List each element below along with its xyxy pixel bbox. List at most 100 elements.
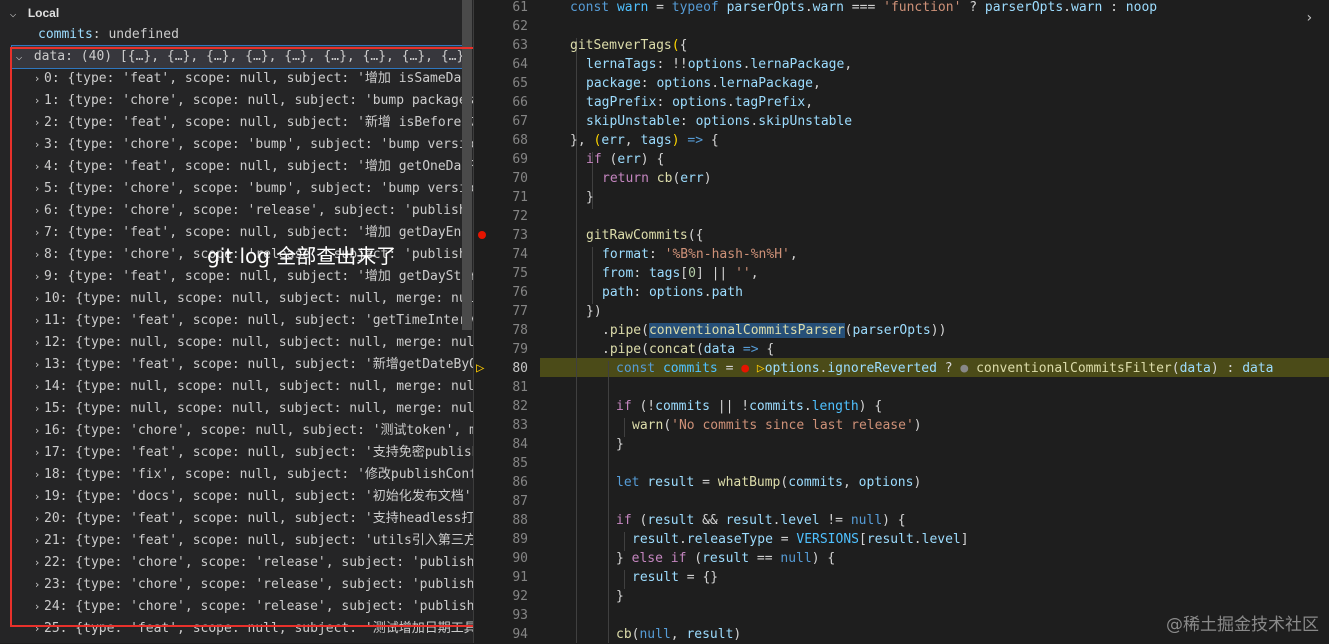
code-line-94: cb(null, result) bbox=[616, 627, 742, 642]
line-number: 70 bbox=[512, 171, 528, 186]
line-number: 72 bbox=[512, 209, 528, 224]
chevron-right-icon: › bbox=[33, 622, 41, 635]
list-item[interactable]: › 16: {type: 'chore', scope: null, subjec… bbox=[30, 420, 473, 442]
code-line-64: lernaTags: !!options.lernaPackage, bbox=[586, 57, 853, 72]
list-item[interactable]: › 19: {type: 'docs', scope: null, subject… bbox=[30, 486, 473, 508]
chevron-right-icon: › bbox=[33, 314, 41, 327]
line-number: 66 bbox=[512, 95, 528, 110]
chevron-right-icon: › bbox=[33, 292, 41, 305]
chevron-down-icon: ⌵ bbox=[9, 7, 17, 20]
line-number: 78 bbox=[512, 323, 528, 338]
line-number: 63 bbox=[512, 38, 528, 53]
list-item[interactable]: › 4: {type: 'feat', scope: null, subject:… bbox=[30, 156, 473, 178]
list-item[interactable]: › 21: {type: 'feat', scope: null, subject… bbox=[30, 530, 473, 552]
chevron-right-icon: › bbox=[33, 512, 41, 525]
list-item[interactable]: › 24: {type: 'chore', scope: 'release', s… bbox=[30, 596, 473, 618]
code-line-68: }, (err, tags) => { bbox=[570, 133, 719, 148]
code-line-61: const warn = typeof parserOpts.warn === … bbox=[570, 0, 1158, 15]
variable-commits[interactable]: commits: undefined bbox=[38, 24, 179, 46]
code-line-74: format: '%B%n-hash-%n%H', bbox=[602, 247, 798, 262]
line-number: 75 bbox=[512, 266, 528, 281]
line-number: 69 bbox=[512, 152, 528, 167]
line-number: 81 bbox=[512, 380, 528, 395]
list-item[interactable]: › 11: {type: 'feat', scope: null, subject… bbox=[30, 310, 473, 332]
line-number: 71 bbox=[512, 190, 528, 205]
variable-data[interactable]: ⌵ data: (40) [{…}, {…}, {…}, {…}, {…}, {… bbox=[11, 45, 473, 69]
list-item[interactable]: › 13: {type: 'feat', scope: null, subject… bbox=[30, 354, 473, 376]
code-line-70: return cb(err) bbox=[602, 171, 712, 186]
chevron-right-icon: › bbox=[33, 270, 41, 283]
code-line-80: const commits = ● ▷options.ignoreReverte… bbox=[616, 361, 1274, 376]
line-number: 79 bbox=[512, 342, 528, 357]
code-editor[interactable]: const warn = typeof parserOpts.warn === … bbox=[540, 0, 1329, 643]
chevron-right-icon: › bbox=[33, 490, 41, 503]
list-item[interactable]: › 5: {type: 'chore', scope: 'bump', subje… bbox=[30, 178, 473, 200]
list-item[interactable]: › 3: {type: 'chore', scope: 'bump', subje… bbox=[30, 134, 473, 156]
line-number: 82 bbox=[512, 399, 528, 414]
chevron-right-icon: › bbox=[33, 600, 41, 613]
editor-gutter: 61 62 63 64 65 66 67 68 69 70 71 72 73 74 75 76 77 78 79 80… bbox=[474, 0, 540, 643]
chevron-right-icon: › bbox=[33, 182, 41, 195]
code-line-91: result = {} bbox=[632, 570, 719, 585]
chevron-right-icon: › bbox=[33, 358, 41, 371]
chevron-right-icon: › bbox=[33, 468, 41, 481]
code-line-75: from: tags[0] || '', bbox=[602, 266, 759, 281]
chevron-right-icon: › bbox=[33, 138, 41, 151]
code-line-86: let result = whatBump(commits, options) bbox=[616, 475, 922, 490]
line-number: 77 bbox=[512, 304, 528, 319]
line-number: 64 bbox=[512, 57, 528, 72]
code-line-63: gitSemverTags({ bbox=[570, 38, 688, 53]
code-line-84: } bbox=[616, 437, 624, 452]
line-number: 88 bbox=[512, 513, 528, 528]
list-item[interactable]: › 15: {type: null, scope: null, subject: … bbox=[30, 398, 473, 420]
code-line-82: if (!commits || !commits.length) { bbox=[616, 399, 883, 414]
line-number: 67 bbox=[512, 114, 528, 129]
code-line-67: skipUnstable: options.skipUnstable bbox=[586, 114, 853, 129]
list-item[interactable]: › 1: {type: 'chore', scope: null, subject… bbox=[30, 90, 473, 112]
chevron-right-icon: › bbox=[33, 226, 41, 239]
list-item[interactable]: › 20: {type: 'feat', scope: null, subject… bbox=[30, 508, 473, 530]
code-line-76: path: options.path bbox=[602, 285, 743, 300]
list-item[interactable]: › 2: {type: 'feat', scope: null, subject:… bbox=[30, 112, 473, 134]
list-item[interactable]: › 18: {type: 'fix', scope: null, subject:… bbox=[30, 464, 473, 486]
section-local[interactable]: ⌵ Local bbox=[6, 2, 59, 24]
line-number: 61 bbox=[512, 0, 528, 15]
line-number: 87 bbox=[512, 494, 528, 509]
chevron-right-icon: › bbox=[33, 204, 41, 217]
code-line-92: } bbox=[616, 589, 624, 604]
code-line-89: result.releaseType = VERSIONS[result.lev… bbox=[632, 532, 969, 547]
list-item[interactable]: › 17: {type: 'feat', scope: null, subject… bbox=[30, 442, 473, 464]
code-line-69: if (err) { bbox=[586, 152, 665, 167]
list-item[interactable]: › 25: {type: 'feat', scope: null, subject… bbox=[30, 618, 473, 640]
line-number: 80 bbox=[512, 361, 528, 376]
code-line-73: gitRawCommits({ bbox=[586, 228, 704, 243]
code-line-90: } else if (result == null) { bbox=[616, 551, 836, 566]
list-item[interactable]: › 10: {type: null, scope: null, subject: … bbox=[30, 288, 473, 310]
scrollbar[interactable] bbox=[462, 0, 472, 330]
code-line-79: .pipe(concat(data => { bbox=[602, 342, 775, 357]
list-item[interactable]: › 0: {type: 'feat', scope: null, subject:… bbox=[30, 68, 473, 90]
code-line-77: }) bbox=[586, 304, 602, 319]
list-item[interactable]: › 12: {type: null, scope: null, subject: … bbox=[30, 332, 473, 354]
line-number: 68 bbox=[512, 133, 528, 148]
chevron-right-icon: › bbox=[33, 336, 41, 349]
list-item[interactable]: › 22: {type: 'chore', scope: 'release', s… bbox=[30, 552, 473, 574]
line-number: 65 bbox=[512, 76, 528, 91]
chevron-right-icon: › bbox=[33, 72, 41, 85]
list-item[interactable]: › 14: {type: null, scope: null, subject: … bbox=[30, 376, 473, 398]
chevron-right-icon[interactable]: › bbox=[1305, 10, 1321, 26]
line-number: 86 bbox=[512, 475, 528, 490]
annotation-label: git log 全部查出来了 bbox=[207, 244, 397, 268]
chevron-down-icon: ⌵ bbox=[15, 50, 23, 63]
list-item[interactable]: › 23: {type: 'chore', scope: 'release', s… bbox=[30, 574, 473, 596]
code-line-66: tagPrefix: options.tagPrefix, bbox=[586, 95, 814, 110]
line-number: 83 bbox=[512, 418, 528, 433]
line-number: 89 bbox=[512, 532, 528, 547]
chevron-right-icon: › bbox=[33, 402, 41, 415]
chevron-right-icon: › bbox=[33, 160, 41, 173]
breakpoint-icon[interactable] bbox=[478, 231, 486, 239]
list-item[interactable]: › 9: {type: 'feat', scope: null, subject:… bbox=[30, 266, 473, 288]
chevron-right-icon: › bbox=[33, 94, 41, 107]
line-number: 73 bbox=[512, 228, 528, 243]
list-item[interactable]: › 6: {type: 'chore', scope: 'release', su… bbox=[30, 200, 473, 222]
